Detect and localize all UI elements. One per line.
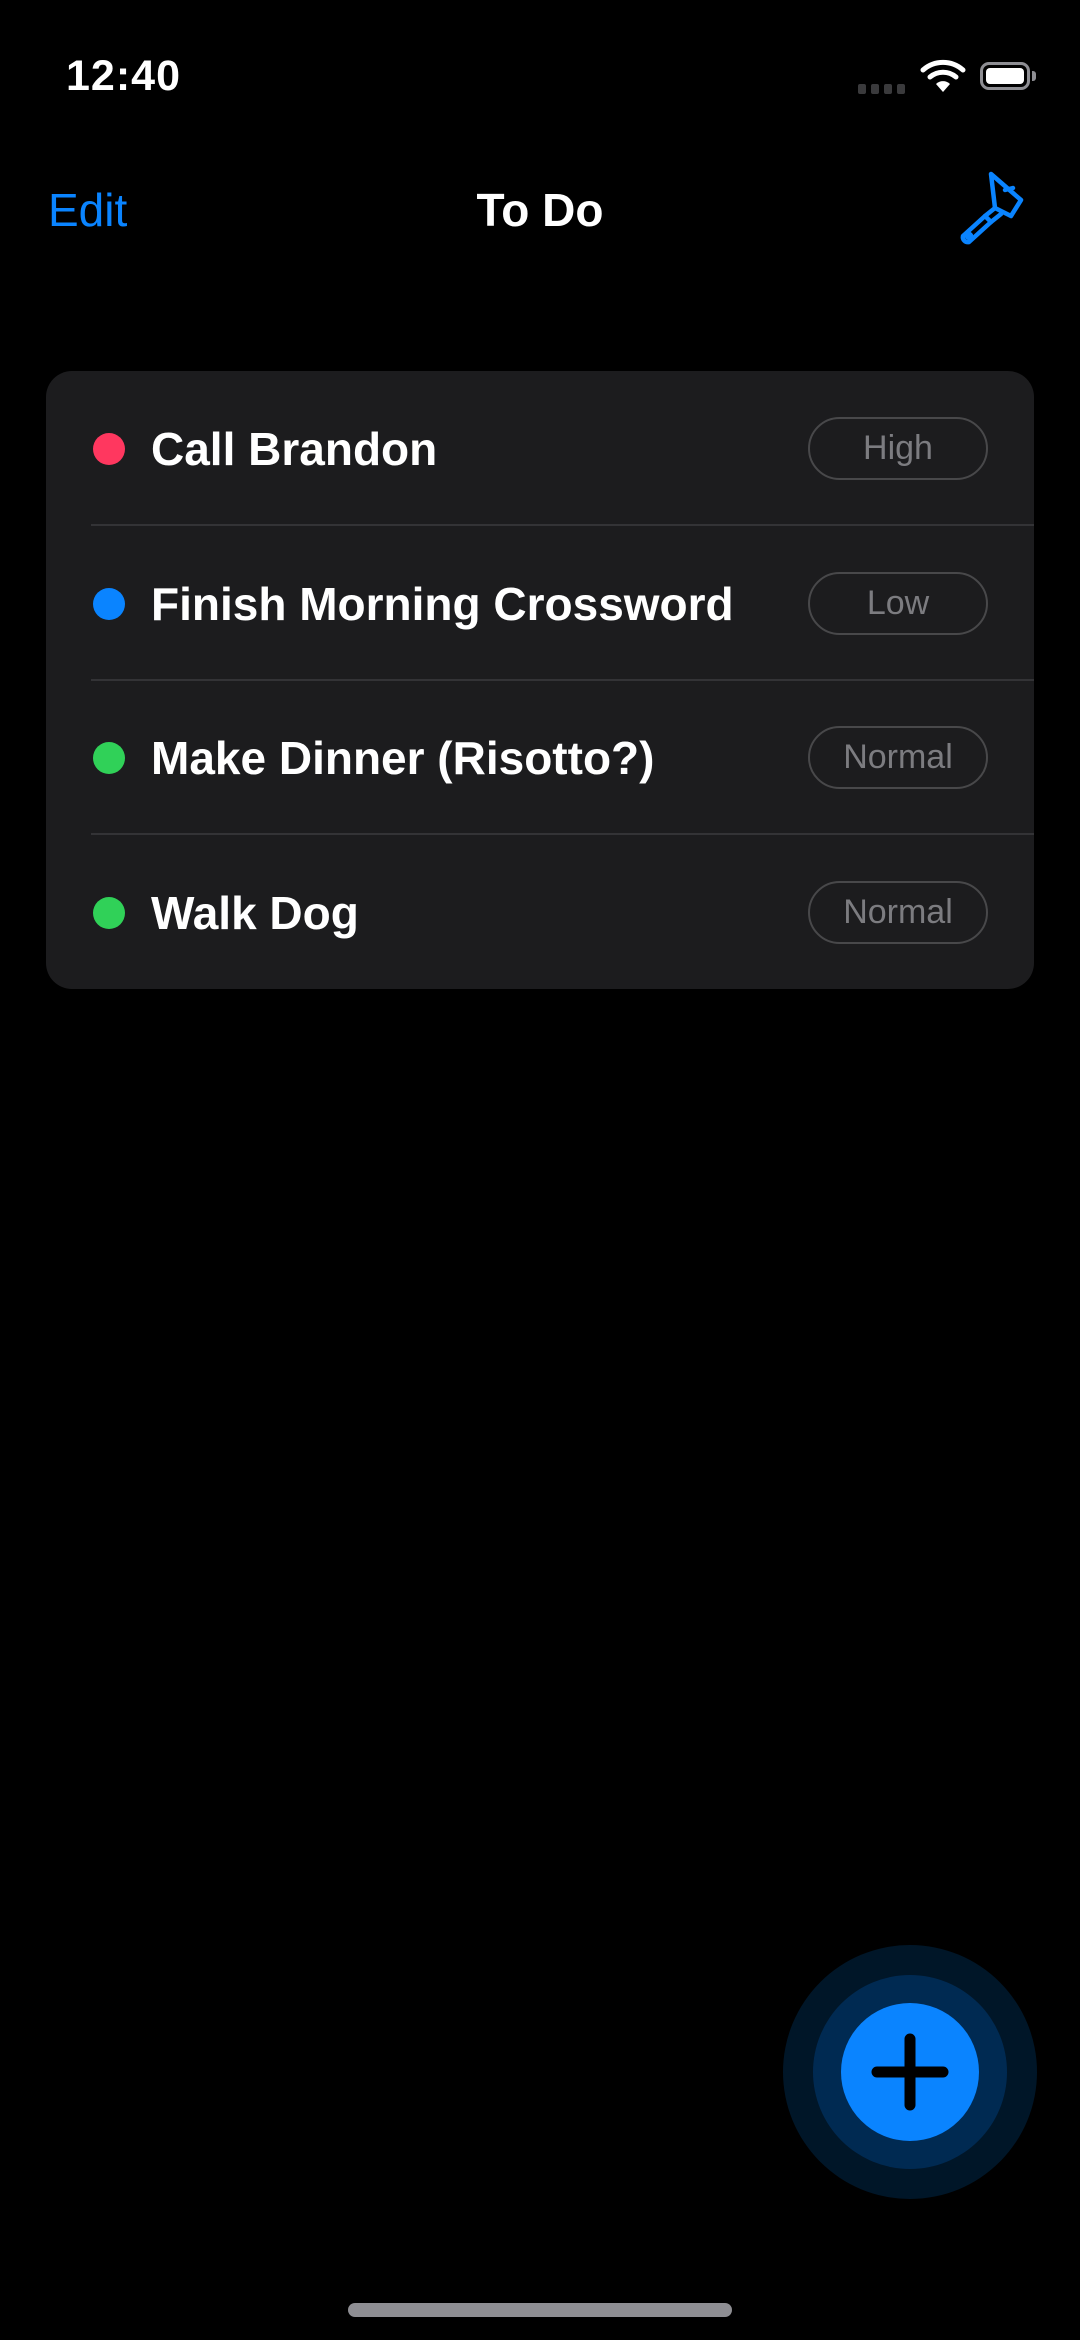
task-title: Make Dinner (Risotto?) — [151, 732, 655, 784]
task-title: Walk Dog — [151, 887, 359, 939]
wifi-icon — [920, 59, 966, 92]
task-title: Finish Morning Crossword — [151, 578, 734, 630]
priority-badge[interactable]: Normal — [808, 726, 988, 789]
task-row[interactable]: Call Brandon High — [46, 371, 1034, 526]
status-time: 12:40 — [66, 52, 181, 100]
priority-badge[interactable]: High — [808, 417, 988, 480]
priority-dot — [93, 433, 125, 465]
priority-dot — [93, 897, 125, 929]
plus-icon — [871, 2033, 949, 2111]
task-row[interactable]: Finish Morning Crossword Low — [46, 526, 1034, 681]
task-list: Call Brandon High Finish Morning Crosswo… — [46, 371, 1034, 989]
battery-tip — [1032, 71, 1036, 81]
priority-dot — [93, 742, 125, 774]
cellular-signal-icon — [858, 84, 905, 94]
task-row[interactable]: Walk Dog Normal — [46, 835, 1034, 989]
home-indicator[interactable] — [348, 2303, 732, 2317]
add-task-button[interactable] — [841, 2003, 979, 2141]
task-row[interactable]: Make Dinner (Risotto?) Normal — [46, 680, 1034, 835]
page-title: To Do — [476, 184, 604, 236]
battery-icon — [980, 62, 1030, 90]
task-title: Call Brandon — [151, 423, 438, 475]
priority-dot — [93, 588, 125, 620]
paintbrush-icon[interactable] — [955, 170, 1031, 246]
priority-badge[interactable]: Low — [808, 572, 988, 635]
priority-badge[interactable]: Normal — [808, 881, 988, 944]
